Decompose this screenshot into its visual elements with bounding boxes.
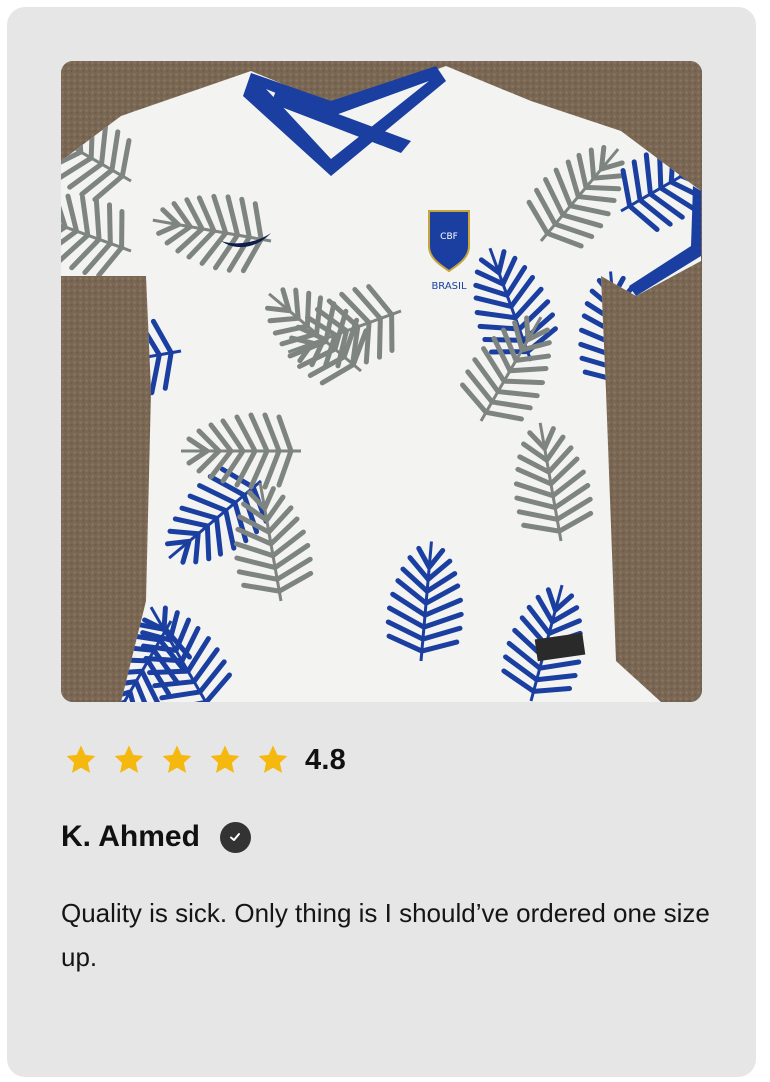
review-photo[interactable]: CBF BRASIL xyxy=(61,61,702,702)
star-icon xyxy=(159,742,195,778)
reviewer-name: K. Ahmed xyxy=(61,820,200,853)
verified-badge-icon xyxy=(219,821,251,853)
reviewer-row: K. Ahmed xyxy=(61,817,251,857)
svg-text:CBF: CBF xyxy=(440,232,458,242)
review-card: CBF BRASIL 4.8 K. Ahmed Quality is sick.… xyxy=(7,7,756,1077)
rating-value: 4.8 xyxy=(305,743,346,776)
jersey-image: CBF BRASIL xyxy=(61,61,702,702)
star-icon xyxy=(111,742,147,778)
star-icon xyxy=(207,742,243,778)
review-text: Quality is sick. Only thing is I should’… xyxy=(61,898,710,972)
star-icon xyxy=(63,742,99,778)
star-icon xyxy=(255,742,291,778)
rating-row: 4.8 xyxy=(63,740,346,780)
svg-text:BRASIL: BRASIL xyxy=(431,281,467,292)
